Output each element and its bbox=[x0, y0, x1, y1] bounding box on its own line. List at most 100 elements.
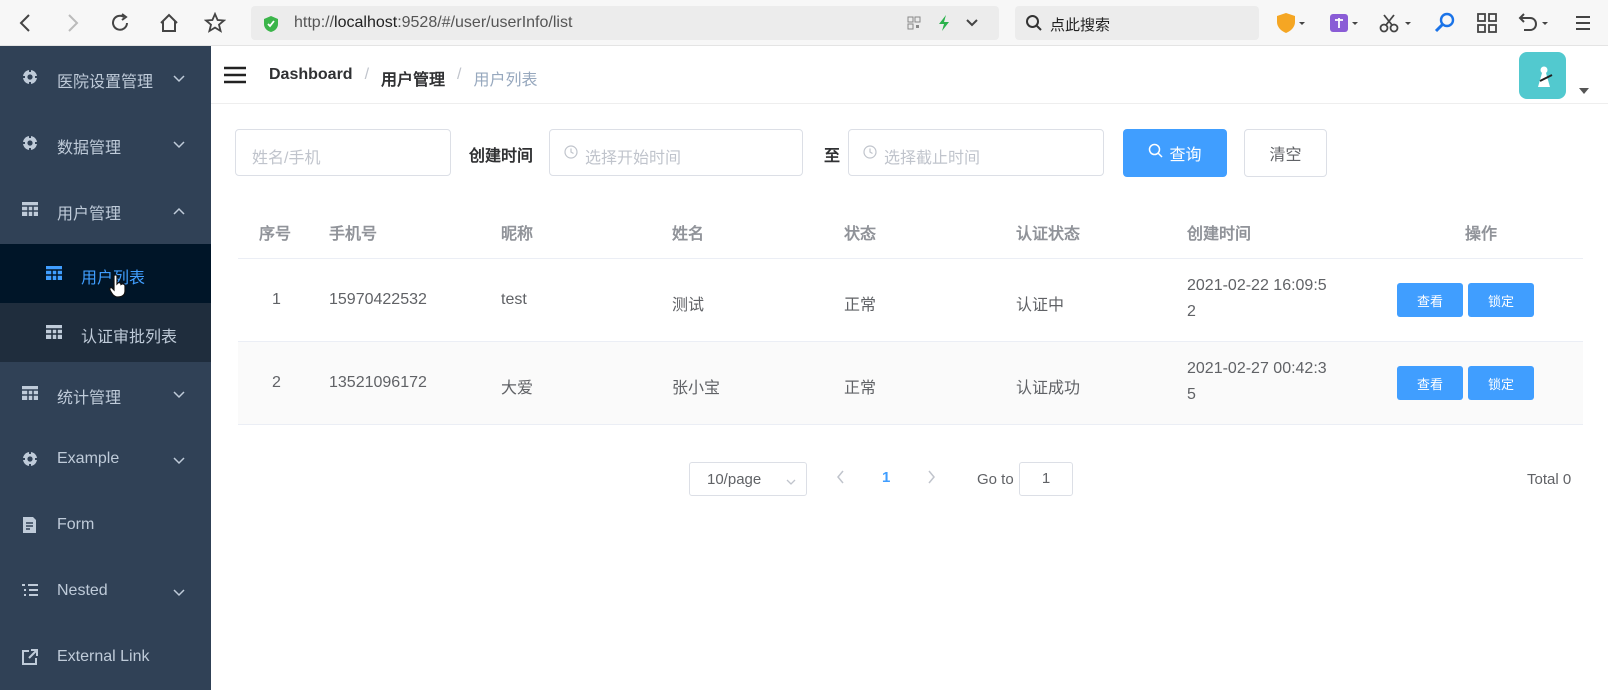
search-button-label: 查询 bbox=[1169, 147, 1202, 164]
table-icon bbox=[21, 200, 39, 218]
column-header: 姓名 bbox=[672, 226, 705, 243]
sidebar-item-statistics[interactable]: 统计管理 bbox=[0, 362, 211, 428]
column-header: 昵称 bbox=[501, 226, 534, 243]
column-header: 操作 bbox=[1465, 226, 1498, 243]
menu-icon[interactable] bbox=[1574, 10, 1592, 36]
sidebar-item-label: 统计管理 bbox=[57, 390, 122, 407]
translate-icon[interactable] bbox=[1329, 10, 1359, 36]
cell-nickname: 大爱 bbox=[501, 380, 534, 397]
end-date-input[interactable]: 选择截止时间 bbox=[848, 129, 1104, 176]
sidebar-item-label: Form bbox=[57, 516, 95, 533]
hamburger-icon[interactable] bbox=[223, 66, 247, 89]
secure-shield-icon bbox=[263, 15, 279, 38]
created-time-line2: 5 bbox=[1187, 386, 1196, 403]
clear-button[interactable]: 清空 bbox=[1244, 129, 1327, 177]
sidebar-item-example[interactable]: Example bbox=[0, 428, 211, 494]
sidebar: 医院设置管理 数据管理 用户管理 用户列表 认证审批列表 统计管理 Exampl… bbox=[0, 46, 211, 690]
cell-phone: 13521096172 bbox=[329, 374, 427, 391]
goto-page-input[interactable]: 1 bbox=[1019, 462, 1073, 496]
page-number-current[interactable]: 1 bbox=[882, 469, 890, 486]
name-phone-placeholder: 姓名/手机 bbox=[252, 150, 321, 167]
home-icon[interactable] bbox=[155, 9, 183, 37]
top-navbar: Dashboard / 用户管理 / 用户列表 bbox=[211, 46, 1608, 104]
pagination: 10/page 1 Go to 1 Total 0 bbox=[211, 460, 1608, 500]
breadcrumb: Dashboard / 用户管理 / 用户列表 bbox=[269, 66, 538, 90]
magnifier-icon[interactable] bbox=[1433, 10, 1457, 36]
avatar[interactable] bbox=[1519, 52, 1566, 99]
chevron-down-icon bbox=[173, 136, 185, 154]
cell-name: 张小宝 bbox=[672, 380, 721, 397]
reload-icon[interactable] bbox=[106, 9, 134, 37]
total-count: Total 0 bbox=[1527, 471, 1572, 488]
cell-created-time: 2021-02-22 16:09:5 2 bbox=[1187, 273, 1327, 325]
table-header: 序号 手机号 昵称 姓名 状态 认证状态 创建时间 操作 bbox=[238, 202, 1583, 259]
goto-label: Go to bbox=[977, 471, 1014, 488]
extension-shield-icon[interactable] bbox=[1276, 10, 1306, 36]
lightning-icon[interactable] bbox=[937, 14, 951, 37]
sidebar-item-data[interactable]: 数据管理 bbox=[0, 112, 211, 178]
search-icon bbox=[1025, 14, 1043, 37]
view-button[interactable]: 查看 bbox=[1397, 366, 1463, 400]
sidebar-item-external-link[interactable]: External Link bbox=[0, 626, 211, 692]
chevron-down-icon bbox=[786, 473, 796, 490]
to-label: 至 bbox=[824, 148, 841, 165]
search-button[interactable]: 查询 bbox=[1123, 129, 1227, 177]
name-phone-input[interactable]: 姓名/手机 bbox=[235, 129, 451, 176]
search-icon bbox=[1148, 143, 1164, 163]
clear-button-label: 清空 bbox=[1269, 147, 1302, 164]
next-page-icon[interactable] bbox=[927, 470, 936, 489]
apps-grid-icon[interactable] bbox=[1476, 10, 1498, 36]
sidebar-item-label: 用户管理 bbox=[57, 206, 122, 223]
sidebar-subitem-user-list[interactable]: 用户列表 bbox=[0, 244, 211, 303]
caret-down-icon[interactable] bbox=[1579, 82, 1589, 100]
breadcrumb-dashboard[interactable]: Dashboard bbox=[269, 66, 353, 90]
gear-icon bbox=[21, 68, 39, 86]
created-time-line1: 2021-02-22 16:09:5 bbox=[1187, 277, 1327, 294]
created-time-label: 创建时间 bbox=[469, 148, 534, 165]
chevron-down-icon bbox=[173, 584, 185, 602]
sidebar-item-hospital-settings[interactable]: 医院设置管理 bbox=[0, 46, 211, 112]
sidebar-item-nested[interactable]: Nested bbox=[0, 560, 211, 626]
lock-button[interactable]: 锁定 bbox=[1468, 283, 1534, 317]
qr-code-icon[interactable] bbox=[907, 16, 921, 35]
breadcrumb-user-management[interactable]: 用户管理 bbox=[381, 66, 445, 90]
page-size-select[interactable]: 10/page bbox=[689, 462, 807, 496]
forward-icon[interactable] bbox=[59, 9, 87, 37]
cell-nickname: test bbox=[501, 291, 527, 308]
sidebar-item-label: Example bbox=[57, 450, 120, 467]
external-link-icon bbox=[21, 648, 39, 666]
cell-name: 测试 bbox=[672, 297, 705, 314]
address-bar[interactable]: http://localhost:9528/#/user/userInfo/li… bbox=[251, 6, 999, 40]
column-header: 序号 bbox=[259, 226, 292, 243]
view-button[interactable]: 查看 bbox=[1397, 283, 1463, 317]
undo-icon[interactable] bbox=[1515, 10, 1551, 36]
cell-status: 正常 bbox=[844, 297, 877, 314]
sidebar-item-label: 医院设置管理 bbox=[57, 74, 154, 91]
clock-icon bbox=[863, 145, 877, 164]
prev-page-icon[interactable] bbox=[836, 470, 845, 489]
clock-icon bbox=[564, 145, 578, 164]
sidebar-item-users[interactable]: 用户管理 bbox=[0, 178, 211, 244]
sidebar-item-form[interactable]: Form bbox=[0, 494, 211, 560]
scissors-icon[interactable] bbox=[1379, 10, 1413, 36]
bookmark-star-icon[interactable] bbox=[201, 9, 229, 37]
table-icon bbox=[45, 264, 63, 282]
breadcrumb-separator: / bbox=[364, 66, 370, 83]
chevron-up-icon bbox=[173, 202, 185, 220]
chevron-down-icon[interactable] bbox=[965, 16, 979, 34]
gear-icon bbox=[21, 134, 39, 152]
cell-auth-status: 认证成功 bbox=[1016, 380, 1081, 397]
browser-search-bar[interactable]: 点此搜索 bbox=[1015, 6, 1259, 40]
breadcrumb-separator: / bbox=[457, 66, 462, 83]
end-date-placeholder: 选择截止时间 bbox=[884, 150, 981, 167]
sidebar-subitem-label: 认证审批列表 bbox=[81, 329, 178, 346]
lock-button[interactable]: 锁定 bbox=[1468, 366, 1534, 400]
form-icon bbox=[21, 516, 39, 534]
column-header: 手机号 bbox=[329, 226, 378, 243]
back-icon[interactable] bbox=[11, 9, 39, 37]
nested-icon bbox=[21, 582, 39, 600]
column-header: 创建时间 bbox=[1187, 226, 1252, 243]
page-size-value: 10/page bbox=[707, 471, 762, 488]
sidebar-subitem-auth-review[interactable]: 认证审批列表 bbox=[0, 303, 211, 362]
start-date-input[interactable]: 选择开始时间 bbox=[549, 129, 803, 176]
